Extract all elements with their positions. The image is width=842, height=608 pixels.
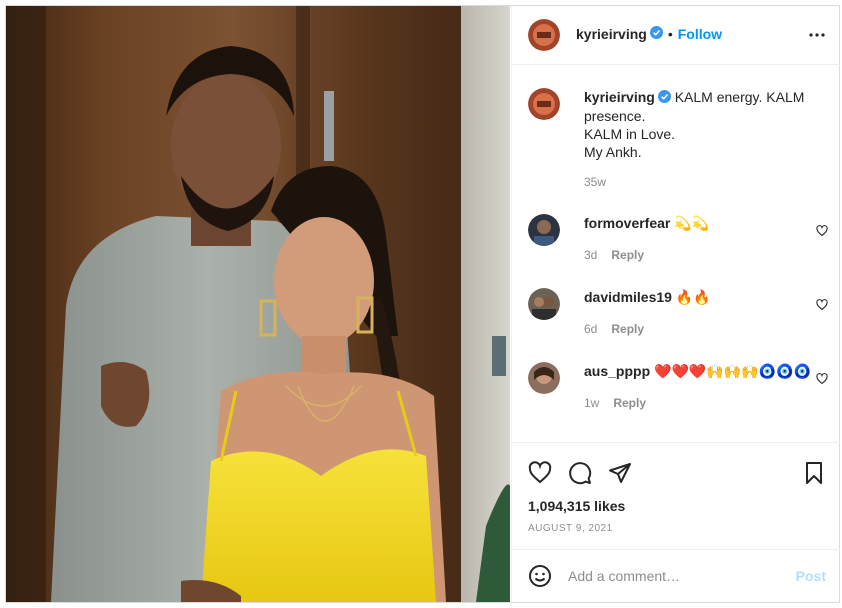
- header-separator: •: [667, 26, 673, 43]
- comment-age: 1w: [584, 396, 600, 410]
- comment-composer: Add a comment… Post: [512, 549, 840, 602]
- comment-item: formoverfear 💫💫 3d Reply: [528, 214, 828, 274]
- more-options-icon[interactable]: [808, 26, 826, 49]
- post-side-panel: kyrieirving • Follow kyrieirving KALM ener…: [511, 6, 840, 602]
- caption-line-3: My Ankh.: [584, 144, 642, 161]
- post-photo[interactable]: [6, 6, 510, 602]
- caption-line-2: KALM in Love.: [584, 126, 676, 143]
- comment-avatar[interactable]: [528, 214, 560, 246]
- comment-meta: 1w Reply: [584, 396, 646, 410]
- comment-text: ❤️❤️❤️🙌🙌🙌🧿🧿🧿: [654, 363, 811, 379]
- reply-button[interactable]: Reply: [611, 322, 644, 336]
- post-date[interactable]: AUGUST 9, 2021: [528, 523, 613, 534]
- post-comment-button[interactable]: Post: [796, 568, 826, 584]
- comment-age: 6d: [584, 322, 598, 336]
- verified-badge-icon: [649, 26, 663, 44]
- comment-text: 🔥🔥: [675, 289, 711, 305]
- author-username[interactable]: kyrieirving: [576, 26, 647, 42]
- caption-username[interactable]: kyrieirving: [584, 89, 655, 105]
- comment-username[interactable]: formoverfear: [584, 215, 670, 231]
- post-modal: kyrieirving • Follow kyrieirving KALM ener…: [5, 5, 840, 603]
- like-comment-heart-icon[interactable]: [816, 224, 828, 242]
- share-icon[interactable]: [608, 461, 632, 490]
- comment-meta: 6d Reply: [584, 322, 644, 336]
- comment-item: davidmiles19 🔥🔥 6d Reply: [528, 288, 828, 348]
- comment-body: aus_pppp ❤️❤️❤️🙌🙌🙌🧿🧿🧿: [584, 362, 811, 380]
- follow-button[interactable]: Follow: [678, 26, 722, 42]
- caption-age: 35w: [584, 175, 607, 190]
- verified-badge-icon: [657, 89, 671, 107]
- comment-text: 💫💫: [674, 215, 710, 231]
- heart-icon[interactable]: [528, 461, 552, 490]
- reply-button[interactable]: Reply: [611, 248, 644, 262]
- caption-avatar[interactable]: [528, 88, 560, 120]
- comment-input[interactable]: Add a comment…: [568, 568, 680, 584]
- like-comment-heart-icon[interactable]: [816, 298, 828, 316]
- comment-item: aus_pppp ❤️❤️❤️🙌🙌🙌🧿🧿🧿 1w Reply: [528, 362, 828, 422]
- author-avatar[interactable]: [528, 19, 560, 51]
- post-header: kyrieirving • Follow: [512, 6, 840, 65]
- comment-avatar[interactable]: [528, 288, 560, 320]
- comment-age: 3d: [584, 248, 598, 262]
- bookmark-icon[interactable]: [802, 461, 826, 490]
- photo-illustration: [6, 6, 510, 602]
- caption-text-block: kyrieirving KALM energy. KALM presence. …: [584, 88, 824, 191]
- comment-username[interactable]: aus_pppp: [584, 363, 650, 379]
- comment-meta: 3d Reply: [584, 248, 644, 262]
- comment-icon[interactable]: [568, 461, 592, 490]
- likes-count[interactable]: 1,094,315 likes: [528, 498, 625, 514]
- like-comment-heart-icon[interactable]: [816, 372, 828, 390]
- comment-body: formoverfear 💫💫: [584, 214, 709, 232]
- comment-username[interactable]: davidmiles19: [584, 289, 672, 305]
- caption-username-text[interactable]: kyrieirving: [584, 89, 655, 105]
- reply-button[interactable]: Reply: [613, 396, 646, 410]
- emoji-icon[interactable]: [528, 564, 552, 593]
- comment-body: davidmiles19 🔥🔥: [584, 288, 711, 306]
- action-bar: [512, 442, 840, 503]
- comment-avatar[interactable]: [528, 362, 560, 394]
